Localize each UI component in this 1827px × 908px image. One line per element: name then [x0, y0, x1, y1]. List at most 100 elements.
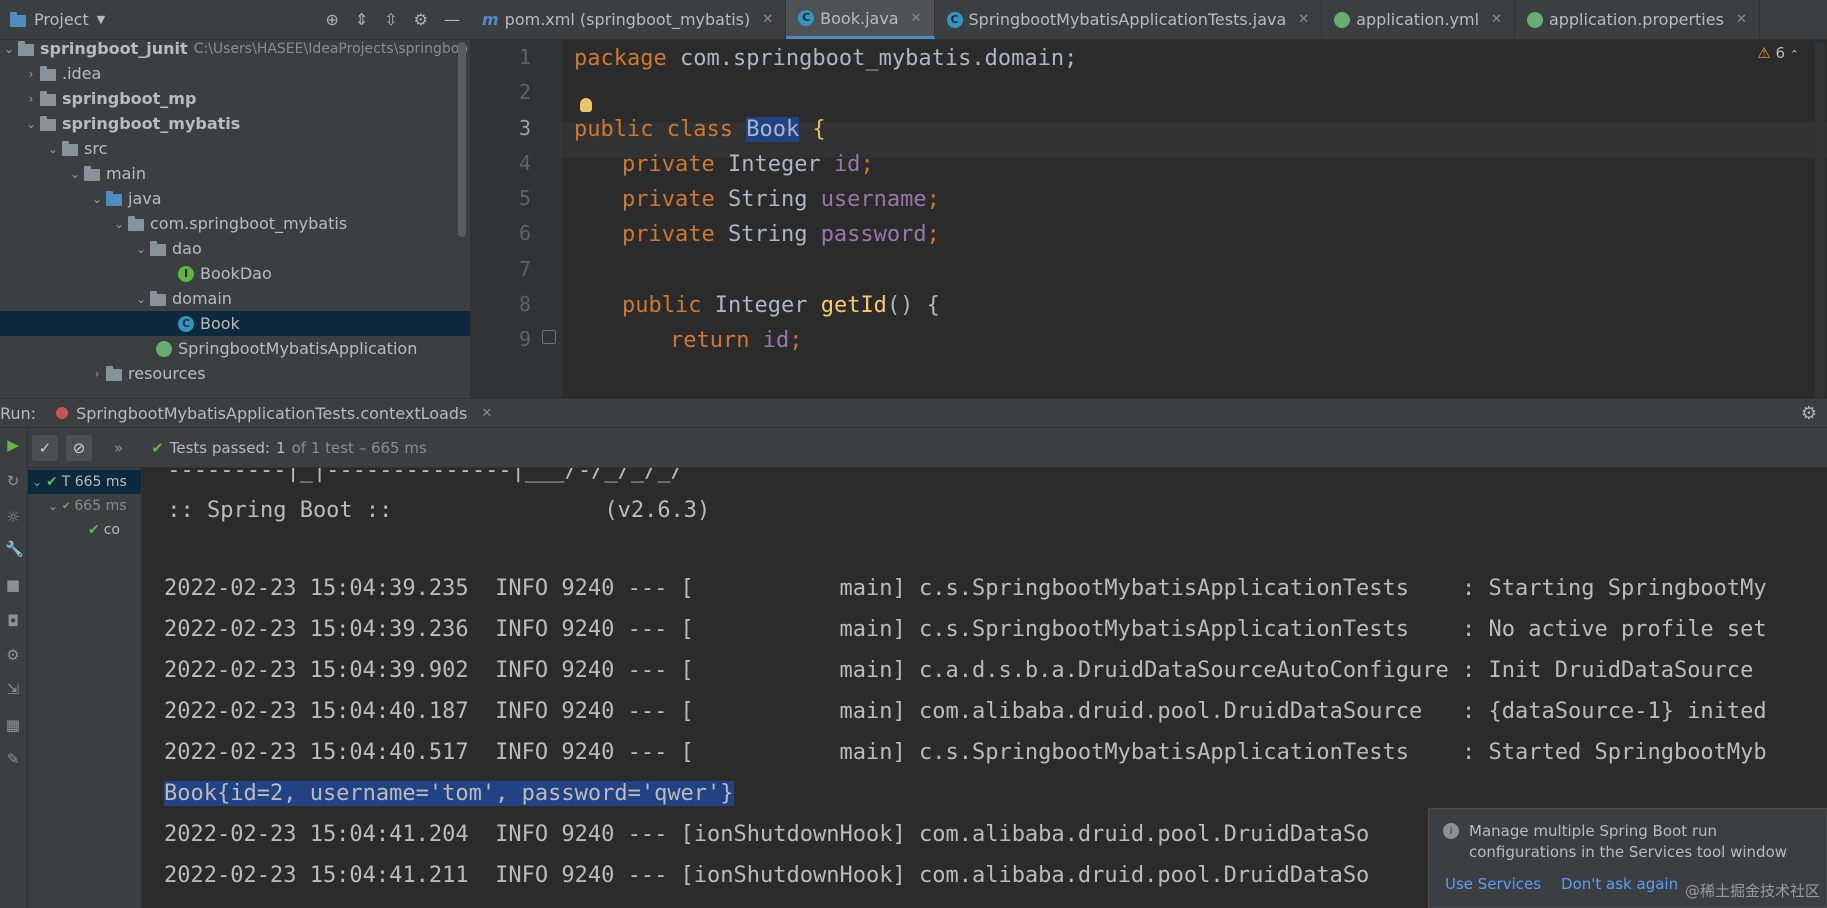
camera-icon[interactable]: ◘	[5, 612, 21, 630]
test-method[interactable]: ✔ co	[28, 518, 141, 542]
run-tab-label: SpringbootMybatisApplicationTests.contex…	[76, 403, 468, 423]
tree-item-package[interactable]: ⌄ com.springboot_mybatis	[0, 211, 470, 236]
chevron-down-icon[interactable]: ⌄	[44, 499, 62, 513]
chevron-down-icon[interactable]: ⌄	[132, 242, 150, 256]
tab-pom-xml[interactable]: m pom.xml (springboot_mybatis) ✕	[470, 0, 787, 39]
code-line-1[interactable]: package com.springboot_mybatis.domain;	[574, 46, 1077, 71]
chevron-down-icon[interactable]: ⌄	[28, 475, 46, 489]
rerun-icon[interactable]: ▶	[5, 436, 21, 454]
console-line: 2022-02-23 15:04:41.211 INFO 9240 --- [i…	[164, 863, 1370, 888]
project-view-selector[interactable]: Project ▼	[10, 10, 105, 29]
wrench-icon[interactable]: 🔧	[5, 540, 24, 558]
code-line-5[interactable]: private String username;	[622, 187, 940, 212]
code-line-4[interactable]: private Integer id;	[622, 152, 874, 177]
stop-icon[interactable]: ■	[5, 576, 21, 594]
folder-icon	[40, 65, 56, 81]
project-scrollbar[interactable]	[458, 42, 466, 237]
test-toolbar: ✓ ⊘ » ✔ Tests passed: 1 of 1 test – 665 …	[28, 428, 1827, 468]
settings-gear-icon[interactable]: ⚙	[414, 10, 428, 29]
close-icon[interactable]: ✕	[1736, 12, 1747, 27]
close-icon[interactable]: ✕	[911, 11, 922, 26]
fold-marker-icon[interactable]	[542, 330, 556, 344]
tree-item-book[interactable]: C Book	[0, 311, 470, 336]
chevron-down-icon[interactable]: ⌄	[66, 167, 84, 181]
tree-item-springboot-mp[interactable]: › springboot_mp	[0, 86, 470, 111]
tree-item-idea[interactable]: › .idea	[0, 61, 470, 86]
chevron-right-icon[interactable]: ›	[88, 367, 106, 381]
tab-application-properties[interactable]: application.properties ✕	[1515, 0, 1760, 39]
folder-icon	[62, 140, 78, 156]
class-icon: C	[946, 11, 963, 28]
show-ignored-button[interactable]: ⊘	[66, 434, 92, 461]
warning-icon: ⚠	[1757, 44, 1771, 62]
test-root[interactable]: ⌄ ✔ T 665 ms	[28, 470, 141, 494]
tree-item-label: domain	[172, 289, 232, 308]
inspection-widget[interactable]: ⚠ 6 ⌃	[1757, 44, 1799, 62]
run-tab[interactable]: SpringbootMybatisApplicationTests.contex…	[56, 404, 492, 423]
layout-icon[interactable]: ▦	[5, 716, 21, 734]
chevron-down-icon[interactable]: ⌄	[0, 42, 18, 56]
chevron-right-icon[interactable]: ›	[22, 67, 40, 81]
code-line-8[interactable]: public Integer getId() {	[622, 293, 940, 318]
code-line-3[interactable]: public class Book {	[574, 117, 826, 142]
chevron-down-icon[interactable]: ⌄	[88, 192, 106, 206]
tree-item-application[interactable]: SpringbootMybatisApplication	[0, 336, 470, 361]
tree-item-domain[interactable]: ⌄ domain	[0, 286, 470, 311]
close-icon[interactable]: ✕	[1491, 12, 1502, 27]
line-number: 8	[518, 292, 531, 316]
test-class[interactable]: ⌄ ✔ 665 ms	[28, 494, 141, 518]
tree-item-springboot-junit[interactable]: ⌄ springboot_junit C:\Users\HASEE\IdeaPr…	[0, 36, 470, 61]
settings-gear-icon[interactable]: ⚙	[1801, 403, 1817, 424]
chevron-down-icon[interactable]: ⌄	[132, 292, 150, 306]
chevron-down-icon[interactable]: ⌄	[44, 142, 62, 156]
tree-item-main[interactable]: ⌄ main	[0, 161, 470, 186]
tree-item-resources[interactable]: › resources	[0, 361, 470, 386]
lightbulb-icon[interactable]	[580, 98, 592, 112]
pin-icon[interactable]: ✎	[5, 750, 21, 768]
tree-item-src[interactable]: ⌄ src	[0, 136, 470, 161]
expand-all-icon[interactable]: ⇕	[355, 10, 368, 29]
tree-item-java[interactable]: ⌄ java	[0, 186, 470, 211]
tree-item-path: C:\Users\HASEE\IdeaProjects\springboo	[193, 40, 468, 57]
test-root-label: T 665 ms	[61, 474, 127, 490]
line-number: 5	[518, 186, 531, 210]
dont-ask-again-link[interactable]: Don't ask again	[1561, 875, 1678, 893]
tab-label: application.yml	[1356, 10, 1480, 29]
tab-application-yml[interactable]: application.yml ✕	[1322, 0, 1515, 39]
hide-icon[interactable]: —	[444, 10, 460, 29]
chevron-down-icon[interactable]: ⌄	[22, 117, 40, 131]
chevron-down-icon[interactable]: ⌄	[110, 217, 128, 231]
class-icon: C	[798, 10, 815, 26]
chevron-right-icon[interactable]: ›	[22, 92, 40, 106]
tab-book-java[interactable]: C Book.java ✕	[786, 0, 935, 39]
settings-icon[interactable]: ⚙	[5, 646, 21, 664]
debug-icon[interactable]: ☼	[5, 508, 21, 526]
chevron-down-icon: ▼	[96, 13, 106, 26]
tree-item-dao[interactable]: ⌄ dao	[0, 236, 470, 261]
line-number: 9	[518, 327, 531, 351]
collapse-all-icon[interactable]: ⇳	[384, 10, 397, 29]
code-line-6[interactable]: private String password;	[622, 222, 940, 247]
close-icon[interactable]: ✕	[481, 406, 492, 421]
test-results-tree: ⌄ ✔ T 665 ms ⌄ ✔ 665 ms ✔ co	[28, 468, 142, 908]
use-services-link[interactable]: Use Services	[1445, 875, 1541, 893]
chevron-right-icon[interactable]: »	[114, 439, 123, 457]
tree-item-springboot-mybatis[interactable]: ⌄ springboot_mybatis	[0, 111, 470, 136]
chevron-up-icon[interactable]: ⌃	[1790, 48, 1799, 61]
rerun-failed-icon[interactable]: ↻	[5, 472, 21, 490]
locate-icon[interactable]: ⊕	[325, 10, 338, 29]
close-icon[interactable]: ✕	[762, 12, 773, 27]
tree-item-label: springboot_mybatis	[62, 114, 241, 133]
run-label: Run:	[0, 403, 37, 423]
exit-icon[interactable]: ⇲	[5, 680, 21, 698]
watermark: @稀土掘金技术社区	[1684, 882, 1820, 900]
editor-scrollbar[interactable]	[1815, 42, 1825, 398]
project-panel: Project ▼ ⊕ ⇕ ⇳ ⚙ — ⌄ springboot_junit C…	[0, 0, 470, 398]
tab-tests-java[interactable]: C SpringbootMybatisApplicationTests.java…	[935, 0, 1323, 39]
tree-item-bookdao[interactable]: I BookDao	[0, 261, 470, 286]
line-number: 3	[518, 116, 531, 140]
code-line-9[interactable]: return id;	[670, 328, 802, 353]
show-passed-button[interactable]: ✓	[32, 434, 58, 461]
status-prefix: Tests passed:	[169, 438, 271, 457]
close-icon[interactable]: ✕	[1298, 12, 1309, 27]
